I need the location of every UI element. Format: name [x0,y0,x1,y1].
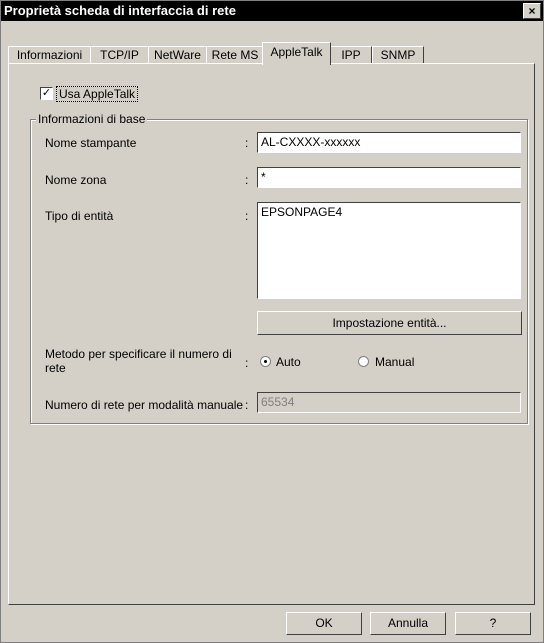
zone-name-label: Nome zona [45,173,107,187]
manual-network-number-label: Numero di rete per modalità manuale [45,398,244,412]
check-icon: ✓ [41,87,52,99]
manual-radio[interactable] [358,356,369,367]
tab-netware[interactable]: NetWare [148,46,207,64]
network-method-label-line2: rete [45,361,66,375]
network-method-label-line1: Metodo per specificare il numero di [45,347,232,361]
close-icon: × [528,4,536,18]
auto-radio-label[interactable]: Auto [276,355,301,369]
cancel-button[interactable]: Annulla [370,612,446,635]
window-title: Proprietà scheda di interfaccia di rete [4,3,236,18]
entity-type-label: Tipo di entità [45,209,114,223]
tab-snmp[interactable]: SNMP [372,46,424,64]
tab-tcpip[interactable]: TCP/IP [90,46,149,64]
tab-informazioni[interactable]: Informazioni [8,46,91,64]
manual-network-number-colon: : [245,398,249,412]
zone-name-field[interactable]: * [257,167,521,188]
printer-name-field[interactable]: AL-CXXXX-xxxxxx [257,132,521,153]
use-appletalk-label[interactable]: Usa AppleTalk [56,86,139,102]
tab-rete-ms[interactable]: Rete MS [206,46,264,64]
help-button[interactable]: ? [455,612,531,635]
basic-info-title: Informazioni di base [36,112,148,126]
network-method-colon: : [245,356,249,370]
ok-button[interactable]: OK [286,612,362,635]
manual-radio-label[interactable]: Manual [375,355,414,369]
entity-setup-button[interactable]: Impostazione entità... [257,311,522,335]
zone-name-colon: : [245,173,249,187]
title-bar: Proprietà scheda di interfaccia di rete … [1,1,543,21]
printer-name-colon: : [245,136,249,150]
entity-type-list[interactable]: EPSONPAGE4 [257,202,521,299]
manual-network-number-field: 65534 [257,392,521,413]
auto-radio[interactable] [260,356,271,367]
close-button[interactable]: × [523,3,541,19]
tab-ipp[interactable]: IPP [330,46,372,64]
entity-type-colon: : [245,209,249,223]
tab-appletalk[interactable]: AppleTalk [262,42,331,65]
use-appletalk-checkbox[interactable]: ✓ [40,87,53,100]
printer-name-label: Nome stampante [45,136,137,150]
